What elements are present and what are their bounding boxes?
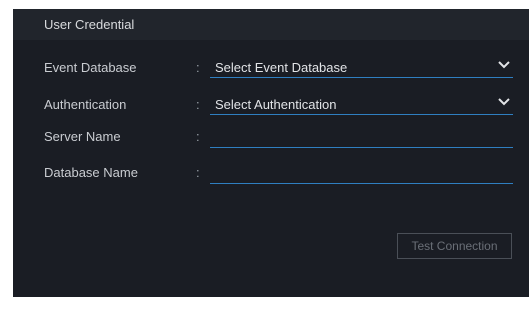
user-credential-panel: User Credential Event Database : Select … xyxy=(13,9,529,297)
chevron-down-icon xyxy=(498,61,510,69)
chevron-down-icon xyxy=(498,98,510,106)
event-database-label: Event Database xyxy=(44,60,137,75)
event-database-select[interactable]: Select Event Database xyxy=(210,54,513,78)
database-name-row: Database Name : xyxy=(13,160,529,190)
label-separator: : xyxy=(196,129,200,144)
authentication-value: Select Authentication xyxy=(215,97,337,112)
test-connection-button[interactable]: Test Connection xyxy=(397,233,512,259)
server-name-input[interactable] xyxy=(210,124,513,148)
database-name-label: Database Name xyxy=(44,165,138,180)
authentication-select[interactable]: Select Authentication xyxy=(210,91,513,115)
server-name-label: Server Name xyxy=(44,129,121,144)
label-separator: : xyxy=(196,165,200,180)
authentication-label: Authentication xyxy=(44,97,127,112)
panel-header: User Credential xyxy=(13,9,529,40)
event-database-value: Select Event Database xyxy=(215,60,348,75)
server-name-row: Server Name : xyxy=(13,124,529,154)
database-name-input[interactable] xyxy=(210,160,513,184)
panel-title: User Credential xyxy=(44,17,135,32)
event-database-row: Event Database : Select Event Database xyxy=(13,54,529,84)
label-separator: : xyxy=(196,60,200,75)
authentication-row: Authentication : Select Authentication xyxy=(13,91,529,121)
label-separator: : xyxy=(196,97,200,112)
